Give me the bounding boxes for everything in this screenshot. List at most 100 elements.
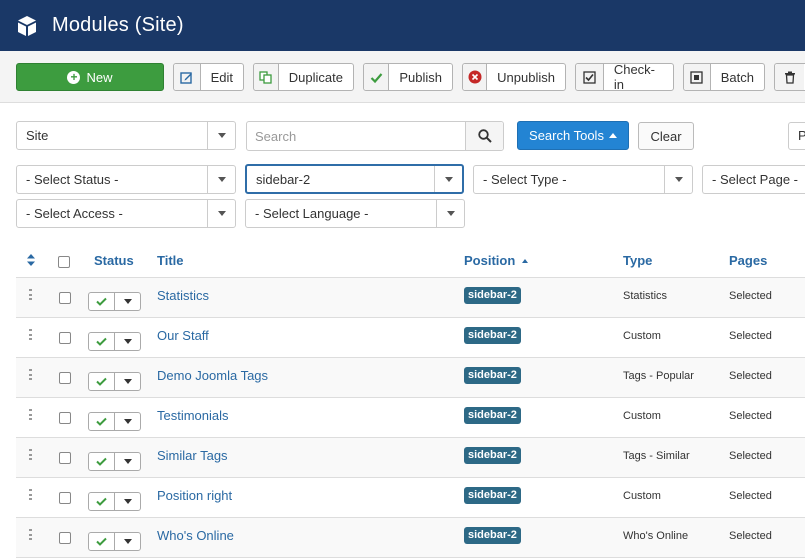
language-select[interactable]: - Select Language - <box>245 199 465 228</box>
language-select-value: - Select Language - <box>255 206 369 221</box>
drag-handle-icon[interactable] <box>29 369 32 380</box>
edit-icon <box>174 64 201 90</box>
page-select-value: - Select Page - <box>712 172 798 187</box>
chevron-down-icon[interactable] <box>115 413 140 430</box>
chevron-down-icon <box>207 166 235 193</box>
app-header: Modules (Site) <box>0 0 805 51</box>
row-checkbox[interactable] <box>59 372 71 384</box>
row-type: Tags - Popular <box>623 370 694 382</box>
duplicate-button-label: Duplicate <box>288 69 343 85</box>
row-checkbox[interactable] <box>59 492 71 504</box>
caret-up-icon <box>608 133 617 138</box>
check-icon <box>364 64 390 90</box>
position-badge: sidebar-2 <box>464 367 521 384</box>
row-type: Custom <box>623 330 661 342</box>
row-title-link[interactable]: Position right <box>157 488 232 503</box>
new-button-label: New <box>86 69 113 85</box>
drag-handle-icon[interactable] <box>29 489 32 500</box>
search-box <box>246 121 504 151</box>
position-badge: sidebar-2 <box>464 527 521 544</box>
status-select-value: - Select Status - <box>26 172 119 187</box>
row-checkbox[interactable] <box>59 332 71 344</box>
search-button[interactable] <box>465 122 503 150</box>
status-select[interactable]: - Select Status - <box>16 165 236 194</box>
row-title-link[interactable]: Similar Tags <box>157 448 228 463</box>
chevron-down-icon[interactable] <box>115 293 140 310</box>
table-row: Testimonials sidebar-2 Custom Selected <box>16 398 805 438</box>
row-pages: Selected <box>729 450 772 462</box>
position-select[interactable]: sidebar-2 <box>245 164 464 194</box>
status-toggle[interactable] <box>88 452 141 471</box>
position-badge: sidebar-2 <box>464 407 521 424</box>
chevron-down-icon[interactable] <box>115 373 140 390</box>
sort-icon[interactable] <box>27 254 35 266</box>
row-title-link[interactable]: Testimonials <box>157 408 229 423</box>
check-icon <box>89 333 115 350</box>
position-badge: sidebar-2 <box>464 327 521 344</box>
table-row: Statistics sidebar-2 Statistics Selected <box>16 278 805 318</box>
cube-icon <box>18 15 36 36</box>
new-button[interactable]: + New <box>16 63 164 91</box>
unpublish-button[interactable]: Unpublish <box>462 63 566 91</box>
limit-select[interactable]: P <box>788 122 805 150</box>
row-title-link[interactable]: Our Staff <box>157 328 209 343</box>
drag-handle-icon[interactable] <box>29 409 32 420</box>
drag-handle-icon[interactable] <box>29 529 32 540</box>
column-type[interactable]: Type <box>623 253 652 268</box>
column-pages[interactable]: Pages <box>729 253 767 268</box>
chevron-down-icon[interactable] <box>115 533 140 550</box>
chevron-down-icon[interactable] <box>115 493 140 510</box>
status-toggle[interactable] <box>88 492 141 511</box>
table-header: Status Title Position Type Pages <box>16 244 805 278</box>
edit-button-label: Edit <box>210 69 233 85</box>
drag-handle-icon[interactable] <box>29 449 32 460</box>
access-select-value: - Select Access - <box>26 206 123 221</box>
edit-button[interactable]: Edit <box>173 63 244 91</box>
row-pages: Selected <box>729 290 772 302</box>
column-position[interactable]: Position <box>464 253 528 268</box>
clear-button[interactable]: Clear <box>638 122 694 150</box>
status-toggle[interactable] <box>88 292 141 311</box>
status-toggle[interactable] <box>88 412 141 431</box>
page-select[interactable]: - Select Page - <box>702 165 805 194</box>
row-title-link[interactable]: Statistics <box>157 288 209 303</box>
row-checkbox[interactable] <box>59 532 71 544</box>
row-title-link[interactable]: Who's Online <box>157 528 234 543</box>
row-checkbox[interactable] <box>59 452 71 464</box>
check-icon <box>89 533 115 550</box>
search-input[interactable] <box>247 122 465 150</box>
table-row: Our Staff sidebar-2 Custom Selected <box>16 318 805 358</box>
duplicate-button[interactable]: Duplicate <box>253 63 354 91</box>
status-toggle[interactable] <box>88 532 141 551</box>
chevron-down-icon[interactable] <box>115 453 140 470</box>
table-row: Position right sidebar-2 Custom Selected <box>16 478 805 518</box>
table-row: Similar Tags sidebar-2 Tags - Similar Se… <box>16 438 805 478</box>
check-icon <box>89 453 115 470</box>
select-all-checkbox[interactable] <box>58 256 70 268</box>
row-title-link[interactable]: Demo Joomla Tags <box>157 368 268 383</box>
row-pages: Selected <box>729 410 772 422</box>
check-icon <box>89 373 115 390</box>
status-toggle[interactable] <box>88 372 141 391</box>
row-checkbox[interactable] <box>59 412 71 424</box>
type-select[interactable]: - Select Type - <box>473 165 693 194</box>
row-checkbox[interactable] <box>59 292 71 304</box>
unpublish-button-label: Unpublish <box>497 69 555 85</box>
search-tools-button[interactable]: Search Tools <box>517 121 629 150</box>
chevron-down-icon[interactable] <box>115 333 140 350</box>
access-select[interactable]: - Select Access - <box>16 199 236 228</box>
batch-button-label: Batch <box>720 69 754 85</box>
row-type: Tags - Similar <box>623 450 690 462</box>
status-toggle[interactable] <box>88 332 141 351</box>
client-select[interactable]: Site <box>16 121 236 150</box>
batch-icon <box>684 64 711 90</box>
trash-button[interactable] <box>774 63 805 91</box>
checkin-button[interactable]: Check-in <box>575 62 674 92</box>
column-status[interactable]: Status <box>94 253 134 268</box>
batch-button[interactable]: Batch <box>683 63 765 91</box>
drag-handle-icon[interactable] <box>29 289 32 300</box>
drag-handle-icon[interactable] <box>29 329 32 340</box>
publish-button[interactable]: Publish <box>363 63 453 91</box>
client-select-value: Site <box>26 128 49 143</box>
column-title[interactable]: Title <box>157 253 184 268</box>
